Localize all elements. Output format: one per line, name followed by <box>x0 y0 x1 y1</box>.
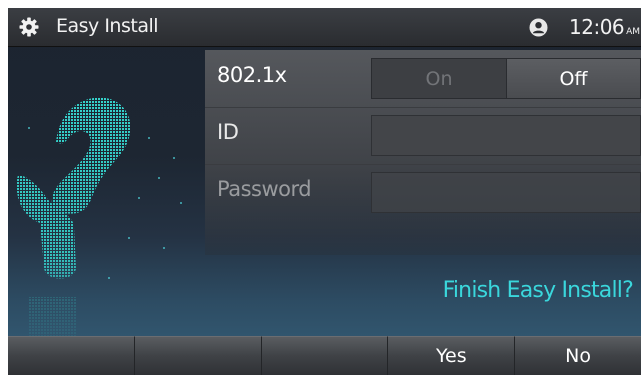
toggle-off-button[interactable]: Off <box>506 59 640 98</box>
row-label-password: Password <box>217 177 312 201</box>
8021x-toggle[interactable]: On Off <box>371 58 641 99</box>
password-input[interactable] <box>371 172 641 213</box>
question-mark-icon <box>16 97 182 347</box>
softkey-2[interactable] <box>134 336 262 375</box>
settings-panel: 802.1x On Off ID Password <box>205 50 641 255</box>
softkey-3[interactable] <box>261 336 389 375</box>
no-button[interactable]: No <box>515 336 641 375</box>
clock: 12:06 AM <box>569 15 640 39</box>
clock-ampm: AM <box>626 27 641 37</box>
row-password: Password <box>205 164 641 221</box>
row-id: ID <box>205 107 641 164</box>
id-input[interactable] <box>371 115 641 156</box>
softkey-1[interactable] <box>8 336 135 375</box>
row-8021x: 802.1x On Off <box>205 50 641 107</box>
row-label-id: ID <box>217 120 239 144</box>
user-icon <box>529 18 548 37</box>
softkey-bar: Yes No <box>8 336 641 375</box>
app-title: Easy Install <box>56 15 159 37</box>
finish-prompt: Finish Easy Install? <box>442 278 634 303</box>
yes-button[interactable]: Yes <box>388 336 516 375</box>
row-label-8021x: 802.1x <box>217 63 287 87</box>
status-bar: Easy Install 12:06 AM <box>8 8 641 47</box>
gear-icon <box>19 17 39 37</box>
clock-time: 12:06 <box>569 15 625 39</box>
phone-screen: Easy Install 12:06 AM 802.1x On Off ID P… <box>8 8 641 375</box>
toggle-on-button[interactable]: On <box>372 59 506 98</box>
